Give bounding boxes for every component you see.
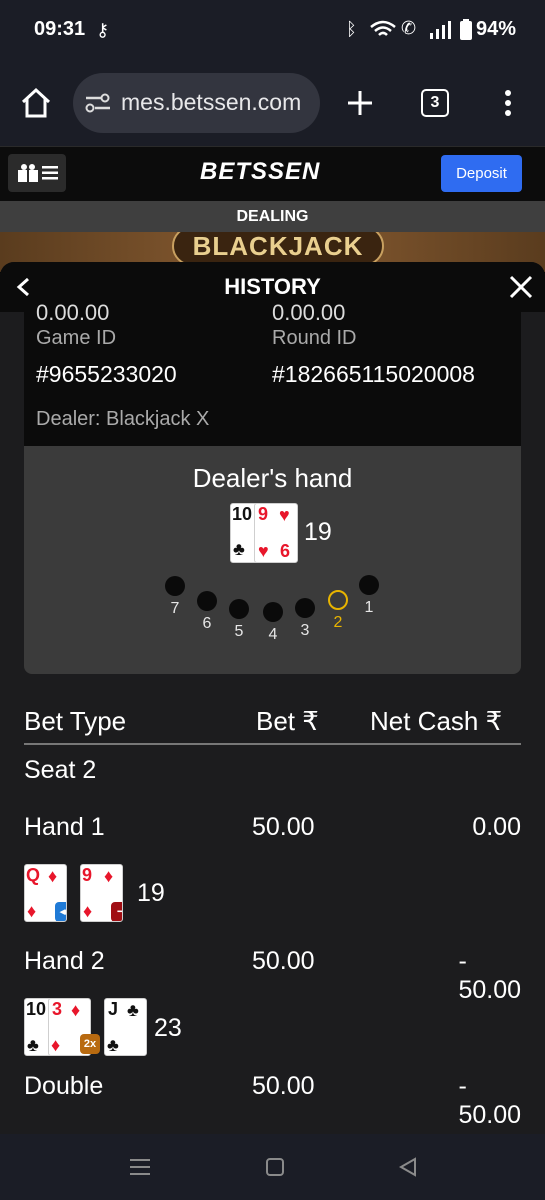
dealer-card-2: 9 ♥ ♥ 6 — [254, 503, 298, 563]
round-info-panel: 0.00.00 0.00.00 Game ID #9655233020 Roun… — [24, 300, 521, 446]
back-nav-icon[interactable] — [398, 1157, 418, 1177]
more-menu-icon[interactable] — [502, 88, 514, 120]
seat-label-7: 7 — [170, 600, 180, 617]
seat-marker-2-active — [328, 590, 348, 610]
gift-icon — [18, 164, 38, 182]
hand1-card-1: Q ♦ ♦ ◂▸ — [24, 864, 67, 922]
header-divider — [24, 743, 521, 745]
status-time: 09:31 — [34, 18, 86, 40]
seat-label-4: 4 — [268, 626, 278, 643]
tab-switcher-button[interactable]: 3 — [421, 89, 449, 117]
header-bet-type: Bet Type — [24, 706, 127, 736]
browser-toolbar: mes.betssen.com 3 — [0, 62, 545, 146]
seat-marker-7 — [165, 576, 185, 596]
row-hand2-net: - 50.00 — [458, 947, 521, 1004]
game-status-label: DEALING — [0, 201, 545, 232]
blackjack-title: BLACKJACK — [172, 232, 384, 266]
seat-label-3: 3 — [300, 622, 310, 639]
dealer-total: 19 — [304, 518, 332, 546]
row-double-bet: 50.00 — [252, 1072, 315, 1100]
status-bar: 09:31 ⚷ ᛒ ✆ 94% — [0, 0, 545, 62]
partial-value-left: 0.00.00 — [36, 300, 110, 325]
battery-percent: 94% — [476, 18, 517, 40]
site-header: BETSSEN Deposit — [0, 146, 545, 201]
seat-marker-3 — [295, 598, 315, 618]
new-tab-icon[interactable] — [346, 89, 374, 117]
row-hand2-bet: 50.00 — [252, 947, 315, 975]
dealer-hand-title: Dealer's hand — [192, 463, 353, 493]
seat-label-6: 6 — [202, 615, 212, 632]
row-hand1-bet: 50.00 — [252, 813, 315, 841]
bluetooth-icon: ᛒ — [346, 19, 357, 39]
history-modal: HISTORY 0.00.00 0.00.00 Game ID #9655233… — [0, 262, 545, 1134]
system-nav-bar — [0, 1134, 545, 1200]
dealer-hand-panel: Dealer's hand 10 ♣ 9 ♥ ♥ 6 19 7 6 5 4 3 … — [24, 446, 521, 674]
round-id-value: #182665115020008 — [272, 361, 475, 387]
home-icon[interactable] — [20, 87, 52, 119]
deposit-button[interactable]: Deposit — [441, 155, 522, 192]
key-icon: ⚷ — [96, 20, 110, 40]
dealer-name: Dealer: Blackjack X — [36, 408, 210, 430]
partial-value-right: 0.00.00 — [272, 300, 346, 325]
hand2-total: 23 — [154, 1014, 182, 1042]
url-text: mes.betssen.com — [121, 89, 302, 115]
battery-icon — [460, 19, 472, 40]
signal-icon — [430, 21, 451, 39]
modal-title: HISTORY — [224, 274, 321, 299]
row-double-net: - 50.00 — [458, 1072, 521, 1129]
hand1-total: 19 — [137, 879, 165, 907]
hamburger-icon — [42, 166, 58, 180]
seat-label-2: 2 — [333, 614, 343, 631]
header-net-cash: Net Cash ₹ — [370, 706, 503, 736]
double-badge-icon: 2x — [80, 1034, 100, 1054]
seat-heading: Seat 2 — [24, 756, 97, 784]
wifi-call-icon: ✆ — [401, 18, 417, 38]
header-bet: Bet ₹ — [256, 706, 319, 736]
seat-label-1: 1 — [364, 599, 374, 616]
row-hand2-type: Hand 2 — [24, 947, 105, 975]
game-id-value: #9655233020 — [36, 361, 177, 387]
row-hand1-net: 0.00 — [472, 813, 521, 841]
round-id-label: Round ID — [272, 327, 357, 349]
split-badge-icon: ◂▸ — [55, 902, 66, 921]
row-double-type: Double — [24, 1072, 104, 1100]
hand2-card-3: J ♣ ♣ — [104, 998, 147, 1056]
home-nav-icon[interactable] — [265, 1157, 285, 1177]
wifi-icon — [370, 20, 396, 36]
seat-marker-5 — [229, 599, 249, 619]
address-bar[interactable]: mes.betssen.com — [73, 73, 320, 133]
game-id-label: Game ID — [36, 327, 117, 349]
site-settings-icon[interactable] — [85, 92, 111, 114]
seat-marker-4 — [263, 602, 283, 622]
seat-label-5: 5 — [234, 623, 244, 640]
seat-marker-6 — [197, 591, 217, 611]
row-hand1-type: Hand 1 — [24, 813, 105, 841]
gift-menu-button[interactable] — [8, 154, 66, 192]
site-logo[interactable]: BETSSEN — [200, 158, 320, 186]
hand1-card-2: 9 ♦ ♦ − — [80, 864, 123, 922]
recents-icon[interactable] — [130, 1158, 150, 1176]
seat-marker-1 — [359, 575, 379, 595]
minus-badge-icon: − — [111, 902, 122, 921]
close-icon[interactable] — [509, 275, 533, 299]
